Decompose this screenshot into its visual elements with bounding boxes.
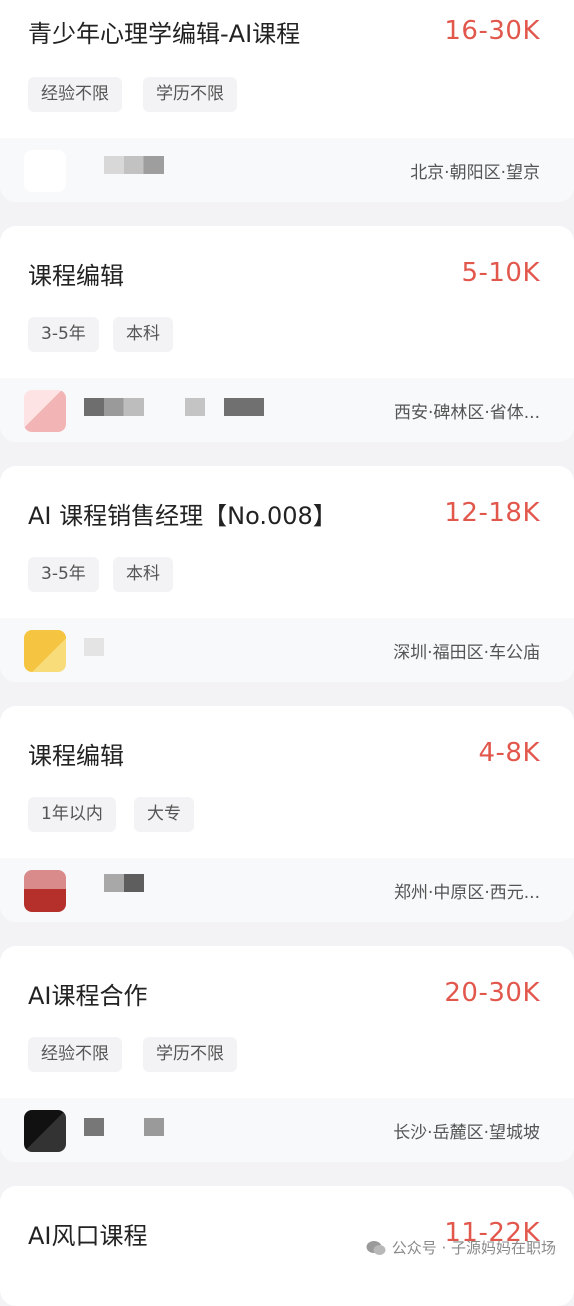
company-logo xyxy=(24,150,66,192)
job-location: 西安·碑林区·省体... xyxy=(393,403,540,423)
job-card[interactable]: AI 课程销售经理【No.008】 12-18K 3-5年 本科 深圳·福田区·… xyxy=(0,466,574,682)
tag-education: 学历不限 xyxy=(143,77,237,112)
job-title: AI课程合作 xyxy=(28,982,148,1010)
job-card[interactable]: 课程编辑 4-8K 1年以内 大专 郑州·中原区·西元... xyxy=(0,706,574,922)
company-row[interactable]: 北京·朝阳区·望京 xyxy=(0,138,574,202)
job-salary: 12-18K xyxy=(444,498,540,528)
job-title: AI风口课程 xyxy=(28,1222,148,1250)
company-logo xyxy=(24,870,66,912)
job-title: 青少年心理学编辑-AI课程 xyxy=(28,20,301,48)
company-logo xyxy=(24,630,66,672)
company-name-blurred xyxy=(104,156,164,174)
company-logo xyxy=(24,1110,66,1152)
tag-education: 本科 xyxy=(113,557,173,592)
company-name-blurred xyxy=(185,398,205,416)
job-location: 长沙·岳麓区·望城坡 xyxy=(393,1123,540,1143)
job-title: AI 课程销售经理【No.008】 xyxy=(28,502,337,530)
job-location: 郑州·中原区·西元... xyxy=(393,883,540,903)
tag-education: 本科 xyxy=(113,317,173,352)
company-name-blurred xyxy=(84,398,144,416)
watermark-text: 公众号 · 子源妈妈在职场 xyxy=(391,1239,556,1257)
job-salary: 5-10K xyxy=(461,258,540,288)
job-location: 深圳·福田区·车公庙 xyxy=(393,643,540,663)
company-name-blurred xyxy=(104,874,144,892)
company-row[interactable]: 长沙·岳麓区·望城坡 xyxy=(0,1098,574,1162)
watermark: 公众号 · 子源妈妈在职场 xyxy=(366,1237,556,1258)
job-salary: 4-8K xyxy=(478,738,540,768)
job-salary: 16-30K xyxy=(444,16,540,46)
job-title: 课程编辑 xyxy=(28,262,124,290)
job-location: 北京·朝阳区·望京 xyxy=(410,163,540,183)
job-salary: 20-30K xyxy=(444,978,540,1008)
tag-education: 大专 xyxy=(134,797,194,832)
tag-experience: 经验不限 xyxy=(28,77,122,112)
job-title: 课程编辑 xyxy=(28,742,124,770)
company-row[interactable]: 郑州·中原区·西元... xyxy=(0,858,574,922)
company-name-blurred xyxy=(84,1118,104,1136)
tag-experience: 3-5年 xyxy=(28,557,99,592)
tag-education: 学历不限 xyxy=(143,1037,237,1072)
tag-experience: 经验不限 xyxy=(28,1037,122,1072)
tag-experience: 3-5年 xyxy=(28,317,99,352)
company-logo xyxy=(24,390,66,432)
job-card[interactable]: AI课程合作 20-30K 经验不限 学历不限 长沙·岳麓区·望城坡 xyxy=(0,946,574,1162)
company-row[interactable]: 西安·碑林区·省体... xyxy=(0,378,574,442)
wechat-icon xyxy=(366,1240,386,1256)
company-name-blurred xyxy=(144,1118,164,1136)
job-card[interactable]: 课程编辑 5-10K 3-5年 本科 西安·碑林区·省体... xyxy=(0,226,574,442)
company-name-blurred xyxy=(84,638,104,656)
company-row[interactable]: 深圳·福田区·车公庙 xyxy=(0,618,574,682)
job-card[interactable]: 青少年心理学编辑-AI课程 16-30K 经验不限 学历不限 北京·朝阳区·望京 xyxy=(0,0,574,202)
company-name-blurred xyxy=(224,398,264,416)
tag-experience: 1年以内 xyxy=(28,797,116,832)
